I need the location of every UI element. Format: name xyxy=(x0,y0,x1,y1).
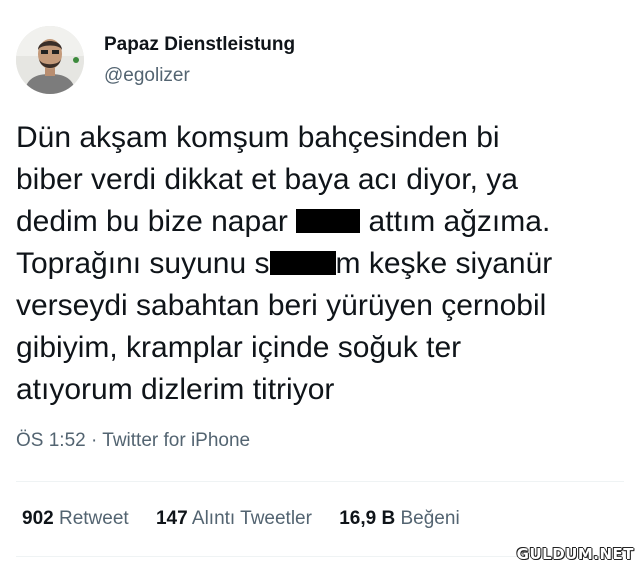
tweet-line: verseydi sabahtan beri yürüyen çernobil xyxy=(16,289,547,322)
quotes-count: 147 xyxy=(155,508,188,529)
tweet-text: Dün akşam komşum bahçesinden bi biber ve… xyxy=(16,117,626,411)
tweet-line: dedim bu bize napar attım ağzıma. xyxy=(16,201,626,243)
tweet-source[interactable]: Twitter for iPhone xyxy=(102,430,250,451)
retweets-stat[interactable]: 902 Retweet xyxy=(22,508,129,529)
tweet-time[interactable]: ÖS 1:52 xyxy=(16,430,86,451)
author-handle[interactable]: @egolizer xyxy=(104,65,190,87)
tweet-line: gibiyim, kramplar içinde soğuk ter xyxy=(16,331,462,364)
likes-count: 16,9 B xyxy=(339,508,396,529)
quotes-label: Alıntı Tweetler xyxy=(191,508,312,529)
watermark-logo: GULDUM.NET xyxy=(516,545,634,563)
tweet-line: biber verdi dikkat et baya acı diyor, ya xyxy=(16,163,518,196)
tweet-line-part: m keşke siyanür xyxy=(335,247,553,280)
author-name[interactable]: Papaz Dienstleistung xyxy=(104,34,295,56)
tweet-line: Dün akşam komşum bahçesinden bi xyxy=(16,121,500,154)
avatar[interactable] xyxy=(16,26,84,94)
tweet-meta: ÖS 1:52 · Twitter for iPhone xyxy=(16,430,250,452)
tweet-line-part: dedim bu bize napar xyxy=(16,205,288,238)
tweet-line-part: Toprağını suyunu s xyxy=(16,247,270,280)
tweet-stats: 902 Retweet 147 Alıntı Tweetler 16,9 B B… xyxy=(22,508,482,530)
retweets-label: Retweet xyxy=(58,508,129,529)
divider xyxy=(16,481,624,482)
retweets-count: 902 xyxy=(22,508,54,529)
meta-separator: · xyxy=(91,430,98,451)
redaction-bar xyxy=(296,209,361,233)
likes-label: Beğeni xyxy=(400,508,460,529)
redaction-bar xyxy=(269,251,336,275)
profile-photo-icon xyxy=(16,26,84,94)
tweet-line: atıyorum dizlerim titriyor xyxy=(16,373,335,406)
tweet-line-part: attım ağzıma. xyxy=(368,205,551,238)
likes-stat[interactable]: 16,9 B Beğeni xyxy=(339,508,459,529)
quotes-stat[interactable]: 147 Alıntı Tweetler xyxy=(156,508,312,529)
tweet-line: Toprağını suyunu s m keşke siyanür xyxy=(16,243,626,285)
